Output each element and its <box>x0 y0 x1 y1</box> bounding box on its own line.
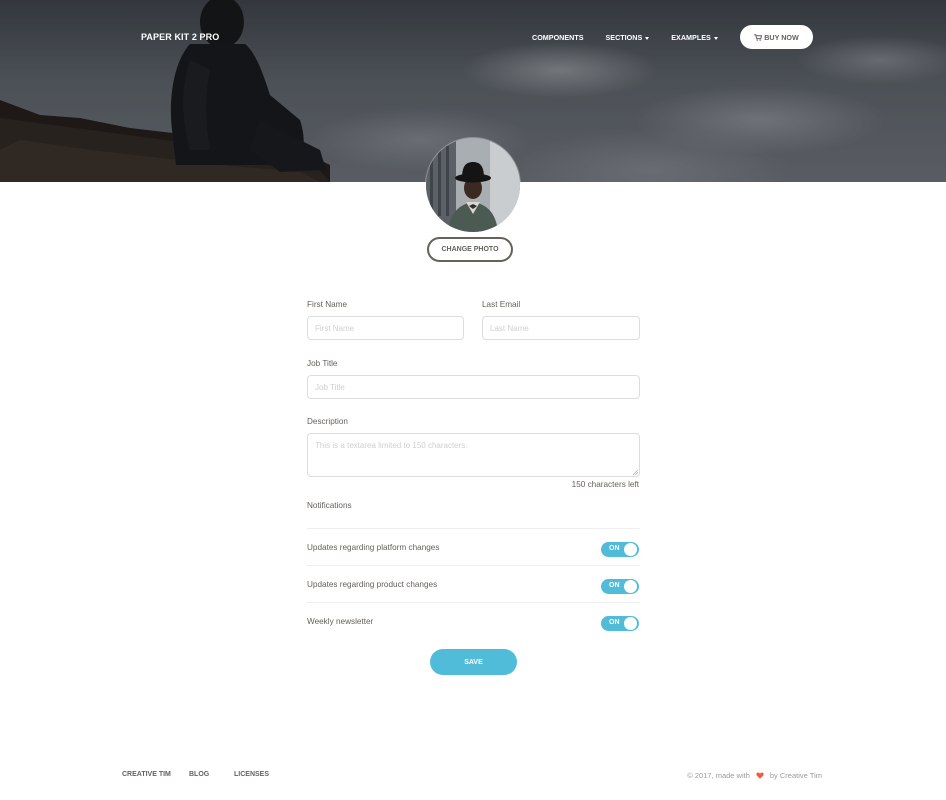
description-label: Description <box>307 417 348 426</box>
divider <box>307 528 640 529</box>
footer-link-licenses[interactable]: LICENSES <box>234 771 269 778</box>
save-button[interactable]: SAVE <box>430 649 517 675</box>
buy-now-button[interactable]: BUY NOW <box>740 25 813 49</box>
footer-link-creative-tim[interactable]: CREATIVE TIM <box>122 771 171 778</box>
nav-links: COMPONENTS SECTIONS EXAMPLES <box>532 33 740 42</box>
buy-now-label: BUY NOW <box>764 32 799 42</box>
notification-label: Weekly newsletter <box>307 617 374 626</box>
divider <box>307 602 640 603</box>
toggle-knob <box>624 617 637 630</box>
navbar: PAPER KIT 2 PRO COMPONENTS SECTIONS EXAM… <box>0 0 946 74</box>
toggle-knob <box>624 543 637 556</box>
nav-link-examples[interactable]: EXAMPLES <box>671 33 718 42</box>
last-name-input[interactable] <box>482 316 640 340</box>
last-name-label: Last Email <box>482 300 521 309</box>
copyright: © 2017, made with by Creative Tim <box>687 771 822 780</box>
nav-link-sections[interactable]: SECTIONS <box>606 33 650 42</box>
textarea-resize-handle[interactable] <box>633 470 638 475</box>
save-label: SAVE <box>464 658 483 666</box>
change-photo-label: CHANGE PHOTO <box>441 246 499 253</box>
toggle-state-text: ON <box>609 619 620 626</box>
cart-icon <box>754 33 763 41</box>
avatar-photo <box>426 138 520 232</box>
description-textarea[interactable] <box>307 433 640 477</box>
notification-label: Updates regarding platform changes <box>307 543 440 552</box>
divider <box>307 565 640 566</box>
notification-toggle[interactable]: ON <box>601 542 639 557</box>
toggle-state-text: ON <box>609 545 620 552</box>
change-photo-button[interactable]: CHANGE PHOTO <box>427 237 513 262</box>
nav-link-sections-label: SECTIONS <box>605 33 643 42</box>
toggle-state-text: ON <box>609 582 620 589</box>
copyright-prefix: © 2017, made with <box>687 771 750 780</box>
notification-toggle[interactable]: ON <box>601 616 639 631</box>
job-title-label: Job Title <box>307 359 338 368</box>
notification-label: Updates regarding product changes <box>307 580 438 589</box>
footer-link-blog[interactable]: BLOG <box>189 771 209 778</box>
toggle-knob <box>624 580 637 593</box>
heart-icon <box>756 772 764 779</box>
first-name-input[interactable] <box>307 316 464 340</box>
chevron-down-icon <box>713 36 718 40</box>
first-name-label: First Name <box>307 300 348 309</box>
nav-link-components[interactable]: COMPONENTS <box>532 33 584 42</box>
chevron-down-icon <box>645 36 650 40</box>
notifications-title: Notifications <box>307 501 352 510</box>
copyright-suffix: by Creative Tim <box>769 771 822 780</box>
job-title-input[interactable] <box>307 375 640 399</box>
character-counter: 150 characters left <box>571 480 639 489</box>
nav-link-components-label: COMPONENTS <box>532 33 584 42</box>
nav-link-examples-label: EXAMPLES <box>671 33 711 42</box>
avatar <box>426 138 520 232</box>
brand-logo[interactable]: PAPER KIT 2 PRO <box>141 32 219 42</box>
notification-toggle[interactable]: ON <box>601 579 639 594</box>
